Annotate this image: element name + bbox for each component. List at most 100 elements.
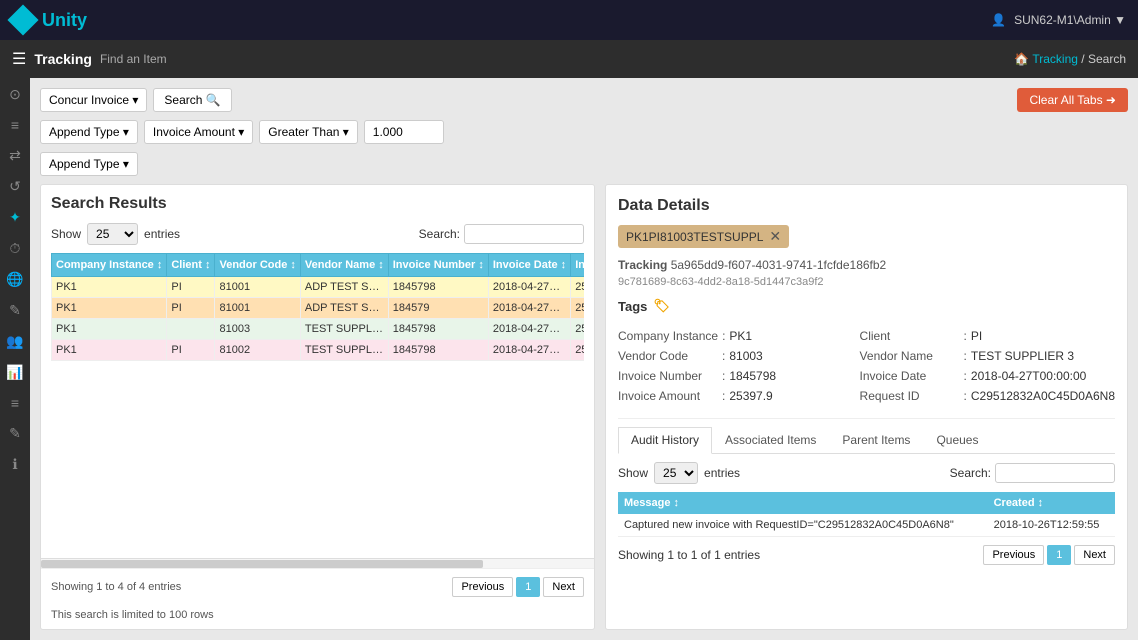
audit-prev-button[interactable]: Previous (983, 545, 1044, 565)
cell-vendor-code: 81003 (215, 319, 300, 340)
audit-show-label: Show (618, 466, 648, 480)
cell-invoice-amount: 25397.9 (571, 340, 584, 361)
entries-select[interactable]: 25 10 50 100 (87, 223, 138, 245)
table-search-input[interactable] (464, 224, 584, 244)
horizontal-scrollbar[interactable] (41, 558, 594, 568)
cell-company: PK1 (52, 319, 167, 340)
page-1-button[interactable]: 1 (516, 577, 540, 597)
audit-page-1-button[interactable]: 1 (1047, 545, 1071, 565)
toolbar: Concur Invoice ▾ Search 🔍 Clear All Tabs… (40, 88, 1128, 112)
top-bar: Unity 👤 SUN62-M1\Admin ▼ (0, 0, 1138, 40)
col-vendor-name[interactable]: Vendor Name ↕ (300, 254, 388, 277)
breadcrumb: 🏠 Tracking / Search (1014, 52, 1126, 66)
col-invoice-date[interactable]: Invoice Date ↕ (488, 254, 570, 277)
concur-invoice-dropdown[interactable]: Concur Invoice ▾ (40, 88, 147, 112)
audit-message: Captured new invoice with RequestID="C29… (618, 514, 988, 537)
cell-vendor-name: TEST SUPPLIER 2 (300, 340, 388, 361)
data-details-title: Data Details (618, 197, 1115, 215)
table-row: Captured new invoice with RequestID="C29… (618, 514, 1115, 537)
tracking-label: Tracking (618, 258, 667, 272)
col-company[interactable]: Company Instance ↕ (52, 254, 167, 277)
cell-invoice-amount: 25397.9 (571, 319, 584, 340)
tags-label: Tags (618, 299, 647, 314)
right-panel: Data Details PK1PI81003TESTSUPPL ✕ Track… (605, 184, 1128, 630)
breadcrumb-search: Search (1088, 52, 1126, 66)
sidebar-globe-icon[interactable]: 🌐 (6, 271, 23, 288)
sidebar-chart-icon[interactable]: 📊 (6, 364, 23, 381)
tab-parent-items[interactable]: Parent Items (829, 427, 923, 453)
search-label: Search: (419, 227, 460, 241)
sidebar-info-icon[interactable]: ℹ (12, 456, 17, 473)
col-invoice-num[interactable]: Invoice Number ↕ (388, 254, 488, 277)
col-invoice-amt[interactable]: Invoice Amount ↕ (571, 254, 584, 277)
tracking-uuid1: 5a965dd9-f607-4031-9741-1fcfde186fb2 (671, 258, 887, 272)
prev-button[interactable]: Previous (452, 577, 513, 597)
results-table: Company Instance ↕ Client ↕ Vendor Code … (51, 253, 584, 361)
clear-all-tabs-button[interactable]: Clear All Tabs ➜ (1017, 88, 1128, 112)
audit-showing-text: Showing 1 to 1 of 1 entries (618, 548, 760, 562)
username: SUN62-M1\Admin ▼ (1014, 13, 1126, 27)
limit-note: This search is limited to 100 rows (41, 605, 594, 629)
append-type-dropdown-1[interactable]: Append Type ▾ (40, 120, 138, 144)
tag-close-button[interactable]: ✕ (769, 228, 781, 245)
sidebar-refresh-icon[interactable]: ↺ (9, 178, 21, 195)
cell-invoice-date: 2018-04-27T00:00:00 (488, 340, 570, 361)
tracking-title: Tracking (34, 51, 92, 67)
sidebar-people-icon[interactable]: ✦ (9, 209, 21, 226)
cell-invoice-amount: 25397.9 (571, 277, 584, 298)
cell-client: PI (167, 277, 215, 298)
cell-invoice-date: 2018-04-27T00:00:00 (488, 319, 570, 340)
breadcrumb-tracking[interactable]: Tracking (1032, 52, 1078, 66)
col-client[interactable]: Client ↕ (167, 254, 215, 277)
audit-pagination: Showing 1 to 1 of 1 entries Previous 1 N… (618, 545, 1115, 565)
table-row[interactable]: PK1 PI 81002 TEST SUPPLIER 2 1845798 201… (52, 340, 585, 361)
invoice-amount-dropdown[interactable]: Invoice Amount ▾ (144, 120, 253, 144)
tab-associated-items[interactable]: Associated Items (712, 427, 829, 453)
audit-next-button[interactable]: Next (1074, 545, 1115, 565)
cell-company: PK1 (52, 277, 167, 298)
sidebar-edit-icon[interactable]: ✎ (9, 302, 21, 319)
tabs-row: Audit History Associated Items Parent It… (618, 427, 1115, 454)
table-row[interactable]: PK1 PI 81001 ADP TEST SUPPLIER 1 1845798… (52, 277, 585, 298)
cell-invoice-number: 1845798 (388, 319, 488, 340)
tracking-id-row: Tracking 5a965dd9-f607-4031-9741-1fcfde1… (618, 258, 1115, 272)
next-button[interactable]: Next (543, 577, 584, 597)
filter-value-input[interactable] (364, 120, 444, 144)
cell-client (167, 319, 215, 340)
hamburger-icon[interactable]: ☰ (12, 49, 26, 69)
col-vendor-code[interactable]: Vendor Code ↕ (215, 254, 300, 277)
col-created[interactable]: Created ↕ (988, 492, 1115, 514)
sidebar-clock-icon[interactable]: ⏱ (10, 240, 21, 257)
sidebar-pen-icon[interactable]: ✎ (9, 425, 21, 442)
sidebar-home-icon[interactable]: ⊙ (9, 86, 21, 103)
search-button[interactable]: Search 🔍 (153, 88, 231, 112)
sidebar-transfer-icon[interactable]: ⇄ (9, 147, 21, 164)
audit-entries-label: entries (704, 466, 740, 480)
audit-created: 2018-10-26T12:59:55 (988, 514, 1115, 537)
cell-invoice-number: 1845798 (388, 277, 488, 298)
cell-invoice-amount: 25397.9 (571, 298, 584, 319)
tab-audit-history[interactable]: Audit History (618, 427, 712, 454)
sidebar-settings-icon[interactable]: ≡ (11, 395, 19, 411)
showing-text: Showing 1 to 4 of 4 entries (51, 581, 181, 593)
sidebar-list-icon[interactable]: ≡ (11, 117, 19, 133)
tag-chip-label: PK1PI81003TESTSUPPL (626, 230, 763, 244)
entries-label: entries (144, 227, 180, 241)
audit-search-input[interactable] (995, 463, 1115, 483)
greater-than-dropdown[interactable]: Greater Than ▾ (259, 120, 358, 144)
col-message[interactable]: Message ↕ (618, 492, 988, 514)
tab-queues[interactable]: Queues (923, 427, 991, 453)
sidebar-users-icon[interactable]: 👥 (6, 333, 23, 350)
table-row[interactable]: PK1 PI 81001 ADP TEST SUPPLIER 1 184579 … (52, 298, 585, 319)
sidebar: ⊙ ≡ ⇄ ↺ ✦ ⏱ 🌐 ✎ 👥 📊 ≡ ✎ ℹ (0, 78, 30, 640)
panels: Search Results Show 25 10 50 100 entries (40, 184, 1128, 630)
main-content: Concur Invoice ▾ Search 🔍 Clear All Tabs… (30, 78, 1138, 640)
append-type-dropdown-2[interactable]: Append Type ▾ (40, 152, 138, 176)
audit-entries-select[interactable]: 25 10 50 (654, 462, 698, 484)
user-menu[interactable]: 👤 SUN62-M1\Admin ▼ (991, 13, 1126, 27)
cell-vendor-code: 81001 (215, 277, 300, 298)
cell-invoice-number: 184579 (388, 298, 488, 319)
table-row[interactable]: PK1 81003 TEST SUPPLIER 3 1845798 2018-0… (52, 319, 585, 340)
cell-vendor-name: ADP TEST SUPPLIER 1 (300, 277, 388, 298)
cell-vendor-name: ADP TEST SUPPLIER 1 (300, 298, 388, 319)
